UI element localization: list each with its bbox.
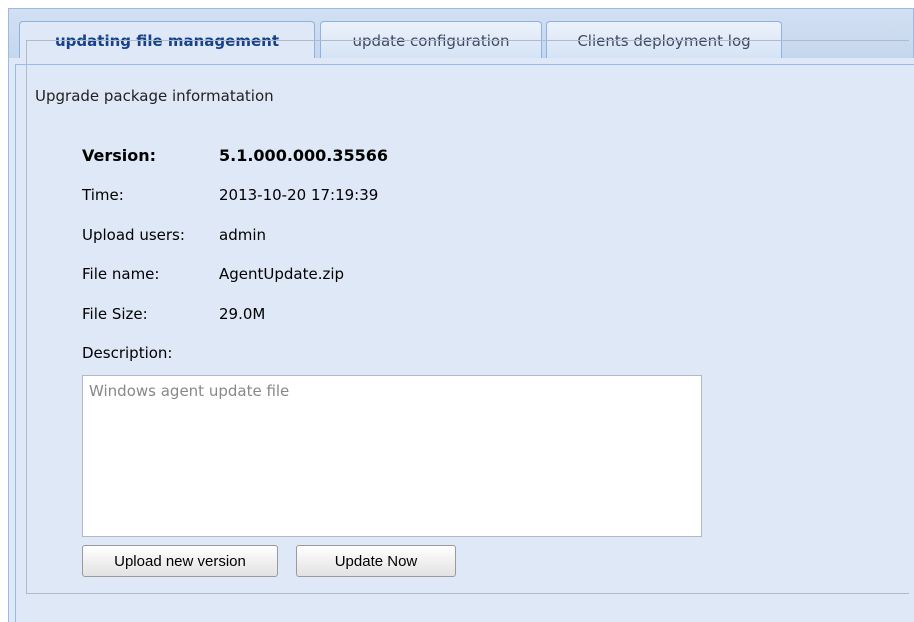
description-label: Description:	[82, 344, 173, 362]
description-textarea[interactable]: Windows agent update file	[82, 375, 702, 537]
file-size-value: 29.0M	[219, 305, 266, 323]
version-value: 5.1.000.000.35566	[219, 146, 389, 165]
file-name-value: AgentUpdate.zip	[219, 265, 345, 283]
time-value: 2013-10-20 17:19:39	[219, 186, 379, 204]
version-label: Version:	[82, 146, 157, 165]
upload-new-version-button[interactable]: Upload new version	[82, 545, 278, 577]
upload-users-value: admin	[219, 226, 266, 244]
upload-users-label: Upload users:	[82, 226, 185, 244]
fieldset-legend: Upgrade package informatation	[31, 87, 278, 105]
app-window: updating file management update configur…	[0, 0, 914, 622]
update-now-button[interactable]: Update Now	[296, 545, 456, 577]
time-label: Time:	[82, 186, 124, 204]
file-name-label: File name:	[82, 265, 160, 283]
file-size-label: File Size:	[82, 305, 148, 323]
